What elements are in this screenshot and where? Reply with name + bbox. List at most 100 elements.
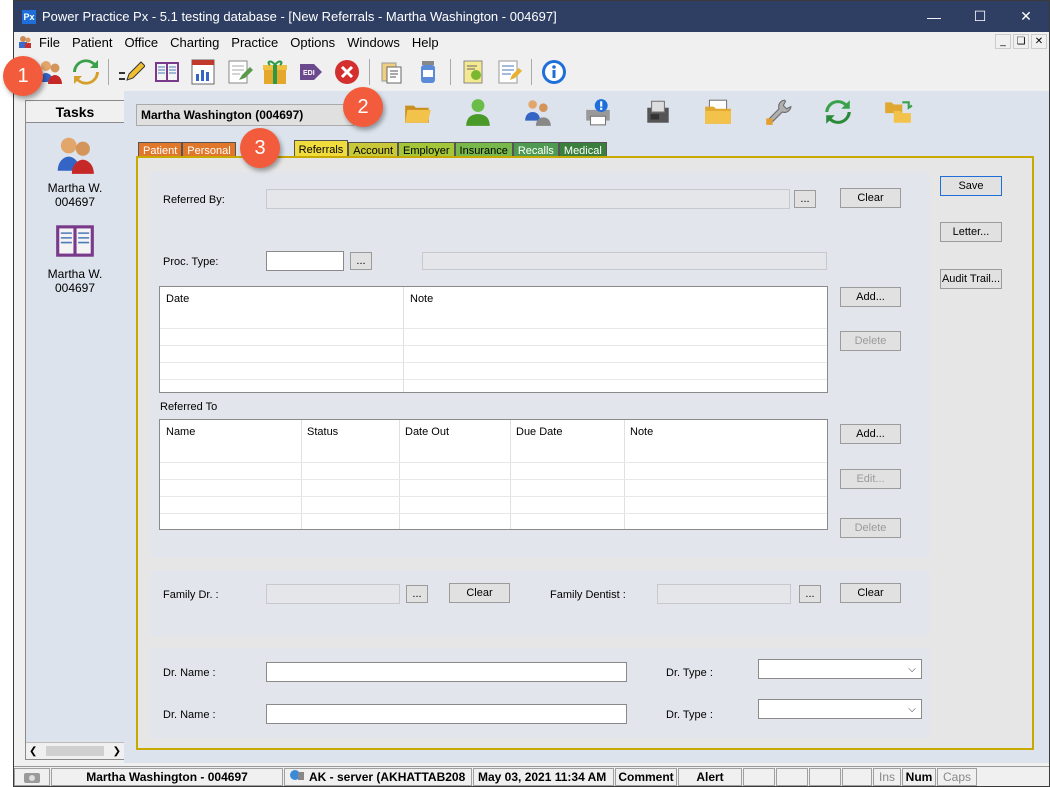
referrals-panel: Referred By: ... Clear Save Letter... Au…	[136, 156, 1034, 750]
toolbar-separator	[108, 59, 109, 85]
svg-text:EDI: EDI	[303, 70, 315, 77]
printer-alert-icon[interactable]	[582, 96, 614, 128]
referred-to-grid[interactable]: Name Status Date Out Due Date Note	[159, 419, 828, 530]
toolbar-separator	[450, 59, 451, 85]
scroll-right-icon[interactable]: ❯	[113, 746, 121, 757]
family-dentist-clear-button[interactable]: Clear	[840, 583, 901, 603]
proc-type-field[interactable]	[266, 251, 344, 271]
grid-line	[160, 462, 827, 463]
sync-arrows-icon[interactable]	[70, 56, 102, 88]
tasks-panel: Tasks Martha W. 004697 Martha W. 004697 …	[25, 100, 125, 760]
grid-line	[160, 513, 827, 514]
proc-type-label: Proc. Type:	[163, 256, 219, 268]
menu-options[interactable]: Options	[284, 35, 341, 50]
delete-referral-button[interactable]: Delete	[840, 518, 901, 538]
menu-file[interactable]: File	[33, 35, 66, 50]
family-dr-browse-button[interactable]: ...	[406, 585, 428, 603]
maximize-icon[interactable]: ☐	[957, 1, 1003, 32]
menu-patient[interactable]: Patient	[66, 35, 118, 50]
edit-document-icon[interactable]	[223, 56, 255, 88]
fax-icon[interactable]	[642, 96, 674, 128]
patients-icon	[53, 133, 97, 177]
audit-trail-button[interactable]: Audit Trail...	[940, 269, 1002, 289]
menu-help[interactable]: Help	[406, 35, 445, 50]
menu-charting[interactable]: Charting	[164, 35, 225, 50]
menu-windows[interactable]: Windows	[341, 35, 406, 50]
callout-badge: 1	[3, 56, 43, 96]
network-icon	[289, 769, 305, 785]
status-datetime: May 03, 2021 11:34 AM	[473, 767, 614, 786]
menu-office[interactable]: Office	[118, 35, 164, 50]
patient-selector[interactable]: Martha Washington (004697)	[136, 104, 354, 126]
callout-badge: 3	[240, 128, 280, 168]
referred-by-browse-button[interactable]: ...	[794, 190, 816, 208]
edi-icon[interactable]: EDI	[295, 56, 327, 88]
menu-practice[interactable]: Practice	[225, 35, 284, 50]
referred-to-label: Referred To	[160, 401, 218, 413]
proc-type-browse-button[interactable]: ...	[350, 252, 372, 270]
horizontal-scrollbar[interactable]: ❮ ❯	[26, 742, 124, 759]
close-icon[interactable]: ✕	[1003, 1, 1049, 32]
scroll-thumb[interactable]	[46, 746, 104, 756]
edit-referral-button[interactable]: Edit...	[840, 469, 901, 489]
proc-type-description	[422, 252, 827, 270]
dr-type-select[interactable]: ⌵	[758, 659, 922, 679]
family-icon[interactable]	[522, 96, 554, 128]
medication-icon[interactable]	[412, 56, 444, 88]
family-dr-field	[266, 584, 400, 604]
mdi-restore-icon[interactable]: ❏	[1013, 34, 1029, 49]
letter-button[interactable]: Letter...	[940, 222, 1002, 242]
mdi-minimize-icon[interactable]: _	[995, 34, 1011, 49]
toolbar-separator	[369, 59, 370, 85]
task-item[interactable]: Martha W. 004697	[26, 133, 124, 209]
status-bar: Martha Washington - 004697 AK - server (…	[14, 766, 1049, 786]
certificate-icon[interactable]	[457, 56, 489, 88]
mdi-close-icon[interactable]: ✕	[1031, 34, 1047, 49]
scroll-left-icon[interactable]: ❮	[29, 746, 37, 757]
column-header-note: Note	[410, 293, 434, 305]
users-icon[interactable]	[17, 34, 33, 50]
chart-icon[interactable]	[187, 56, 219, 88]
status-patient: Martha Washington - 004697	[51, 767, 283, 786]
book-icon[interactable]	[151, 56, 183, 88]
documents-icon[interactable]	[376, 56, 408, 88]
book-icon	[53, 219, 97, 263]
person-icon[interactable]	[462, 96, 494, 128]
column-header-note: Note	[630, 426, 654, 438]
wrench-icon[interactable]	[762, 96, 794, 128]
refresh-icon[interactable]	[822, 96, 854, 128]
tasks-heading: Tasks	[26, 101, 124, 123]
app-icon: Px	[22, 9, 36, 24]
dr-name-label: Dr. Name :	[163, 709, 216, 721]
callout-badge: 2	[343, 87, 383, 127]
family-dr-clear-button[interactable]: Clear	[449, 583, 510, 603]
info-icon[interactable]	[538, 56, 570, 88]
chevron-down-icon: ⌵	[908, 703, 916, 715]
add-referral-button[interactable]: Add...	[840, 424, 901, 444]
stop-icon[interactable]	[331, 56, 363, 88]
save-button[interactable]: Save	[940, 176, 1002, 196]
task-label: Martha W.	[47, 267, 103, 281]
task-item[interactable]: Martha W. 004697	[26, 219, 124, 295]
dr-type-select[interactable]: ⌵	[758, 699, 922, 719]
delete-note-button[interactable]: Delete	[840, 331, 901, 351]
dr-name-field[interactable]	[266, 662, 627, 682]
family-dentist-browse-button[interactable]: ...	[799, 585, 821, 603]
gift-box-icon[interactable]	[259, 56, 291, 88]
dr-name-field[interactable]	[266, 704, 627, 724]
status-server-text: AK - server (AKHATTAB208	[309, 769, 466, 784]
task-id: 004697	[54, 195, 96, 209]
pencil-icon[interactable]	[115, 56, 147, 88]
referred-by-label: Referred By:	[163, 194, 225, 206]
task-id: 004697	[54, 281, 96, 295]
open-folder-icon[interactable]	[402, 96, 434, 128]
minimize-icon[interactable]: —	[911, 1, 957, 32]
notepad-icon[interactable]	[493, 56, 525, 88]
folder-documents-icon[interactable]	[702, 96, 734, 128]
transfer-folders-icon[interactable]	[882, 96, 914, 128]
column-header-due-date: Due Date	[516, 426, 563, 438]
grid-line	[160, 328, 827, 329]
notes-grid[interactable]: Date Note	[159, 286, 828, 393]
referred-by-clear-button[interactable]: Clear	[840, 188, 901, 208]
add-note-button[interactable]: Add...	[840, 287, 901, 307]
